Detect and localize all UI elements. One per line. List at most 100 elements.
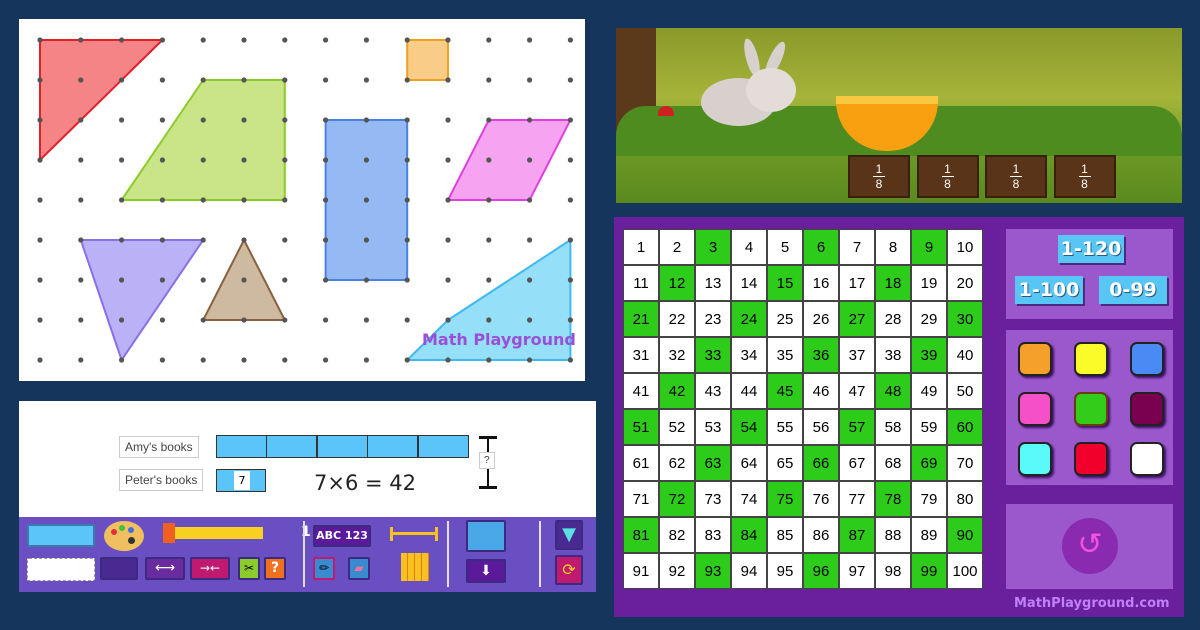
number-cell[interactable]: 20	[947, 265, 983, 301]
range-1-100-button[interactable]: 1-100	[1015, 276, 1083, 304]
number-cell[interactable]: 3	[695, 229, 731, 265]
number-cell[interactable]: 94	[731, 553, 767, 589]
number-cell[interactable]: 12	[659, 265, 695, 301]
question-panel-button[interactable]	[466, 520, 506, 552]
number-cell[interactable]: 49	[911, 373, 947, 409]
number-cell[interactable]: 71	[623, 481, 659, 517]
number-cell[interactable]: 8	[875, 229, 911, 265]
number-cell[interactable]: 37	[839, 337, 875, 373]
number-cell[interactable]: 26	[803, 301, 839, 337]
number-cell[interactable]: 1	[623, 229, 659, 265]
number-cell[interactable]: 86	[803, 517, 839, 553]
pink-parallelogram[interactable]	[446, 119, 573, 201]
number-cell[interactable]: 10	[947, 229, 983, 265]
number-cell[interactable]: 22	[659, 301, 695, 337]
number-cell[interactable]: 51	[623, 409, 659, 445]
bar-segment[interactable]	[216, 435, 267, 458]
measure-icon[interactable]	[390, 527, 438, 541]
number-cell[interactable]: 41	[623, 373, 659, 409]
number-cell[interactable]: 100	[947, 553, 983, 589]
total-label[interactable]: ?	[479, 452, 495, 469]
number-cell[interactable]: 15	[767, 265, 803, 301]
number-cell[interactable]: 6	[803, 229, 839, 265]
number-cell[interactable]: 82	[659, 517, 695, 553]
orange-square[interactable]	[406, 39, 449, 81]
bar-segment[interactable]	[266, 435, 318, 458]
number-cell[interactable]: 36	[803, 337, 839, 373]
trash-icon[interactable]: ▼	[555, 520, 583, 550]
number-cell[interactable]: 90	[947, 517, 983, 553]
number-cell[interactable]: 53	[695, 409, 731, 445]
bar-segment[interactable]	[367, 435, 419, 458]
undo-icon[interactable]: ↺	[1062, 518, 1118, 574]
number-cell[interactable]: 73	[695, 481, 731, 517]
number-cell[interactable]: 34	[731, 337, 767, 373]
number-cell[interactable]: 83	[695, 517, 731, 553]
number-cell[interactable]: 25	[767, 301, 803, 337]
expand-button[interactable]: ⟷	[145, 557, 185, 580]
number-cell[interactable]: 68	[875, 445, 911, 481]
help-icon[interactable]: ?	[264, 557, 286, 580]
number-cell[interactable]: 42	[659, 373, 695, 409]
fraction-tile[interactable]: 18	[1053, 155, 1116, 198]
color-swatch[interactable]	[1018, 392, 1052, 426]
scissors-icon[interactable]: ✂	[238, 557, 260, 580]
number-cell[interactable]: 76	[803, 481, 839, 517]
purple-triangle[interactable]	[79, 239, 206, 363]
number-cell[interactable]: 55	[767, 409, 803, 445]
number-cell[interactable]: 39	[911, 337, 947, 373]
number-cell[interactable]: 64	[731, 445, 767, 481]
number-cell[interactable]: 43	[695, 373, 731, 409]
number-cell[interactable]: 33	[695, 337, 731, 373]
number-cell[interactable]: 38	[875, 337, 911, 373]
number-cell[interactable]: 19	[911, 265, 947, 301]
stack-bars-button[interactable]	[100, 557, 138, 580]
number-cell[interactable]: 92	[659, 553, 695, 589]
number-cell[interactable]: 5	[767, 229, 803, 265]
number-cell[interactable]: 97	[839, 553, 875, 589]
number-cell[interactable]: 21	[623, 301, 659, 337]
number-cell[interactable]: 59	[911, 409, 947, 445]
number-cell[interactable]: 85	[767, 517, 803, 553]
number-cell[interactable]: 77	[839, 481, 875, 517]
green-trapezoid[interactable]	[119, 79, 286, 201]
color-swatch[interactable]	[1130, 442, 1164, 476]
number-cell[interactable]: 14	[731, 265, 767, 301]
number-cell[interactable]: 99	[911, 553, 947, 589]
number-cell[interactable]: 78	[875, 481, 911, 517]
bar-tool-button[interactable]	[27, 524, 95, 547]
number-cell[interactable]: 29	[911, 301, 947, 337]
number-cell[interactable]: 89	[911, 517, 947, 553]
range-1-120-button[interactable]: 1-120	[1058, 235, 1124, 263]
number-cell[interactable]: 75	[767, 481, 803, 517]
fraction-tile[interactable]: 18	[848, 155, 910, 198]
number-cell[interactable]: 23	[695, 301, 731, 337]
number-cell[interactable]: 2	[659, 229, 695, 265]
red-triangle[interactable]	[39, 39, 165, 163]
number-cell[interactable]: 48	[875, 373, 911, 409]
refresh-icon[interactable]: ⟳	[555, 555, 583, 585]
color-swatch[interactable]	[1018, 342, 1052, 376]
number-cell[interactable]: 65	[767, 445, 803, 481]
number-cell[interactable]: 7	[839, 229, 875, 265]
number-cell[interactable]: 57	[839, 409, 875, 445]
number-cell[interactable]: 88	[875, 517, 911, 553]
number-cell[interactable]: 56	[803, 409, 839, 445]
number-cell[interactable]: 16	[803, 265, 839, 301]
text-tool-button[interactable]: ABC 123	[313, 525, 371, 547]
number-cell[interactable]: 79	[911, 481, 947, 517]
number-cell[interactable]: 4	[731, 229, 767, 265]
number-cell[interactable]: 40	[947, 337, 983, 373]
number-cell[interactable]: 98	[875, 553, 911, 589]
number-cell[interactable]: 67	[839, 445, 875, 481]
color-swatch[interactable]	[1074, 392, 1108, 426]
peter-bar[interactable]: 7	[216, 469, 266, 492]
number-cell[interactable]: 45	[767, 373, 803, 409]
number-cell[interactable]: 28	[875, 301, 911, 337]
geoboard[interactable]	[19, 19, 585, 381]
color-swatch[interactable]	[1074, 342, 1108, 376]
eraser-icon[interactable]: ▰	[348, 557, 370, 580]
color-swatch[interactable]	[1130, 342, 1164, 376]
number-cell[interactable]: 66	[803, 445, 839, 481]
number-cell[interactable]: 81	[623, 517, 659, 553]
